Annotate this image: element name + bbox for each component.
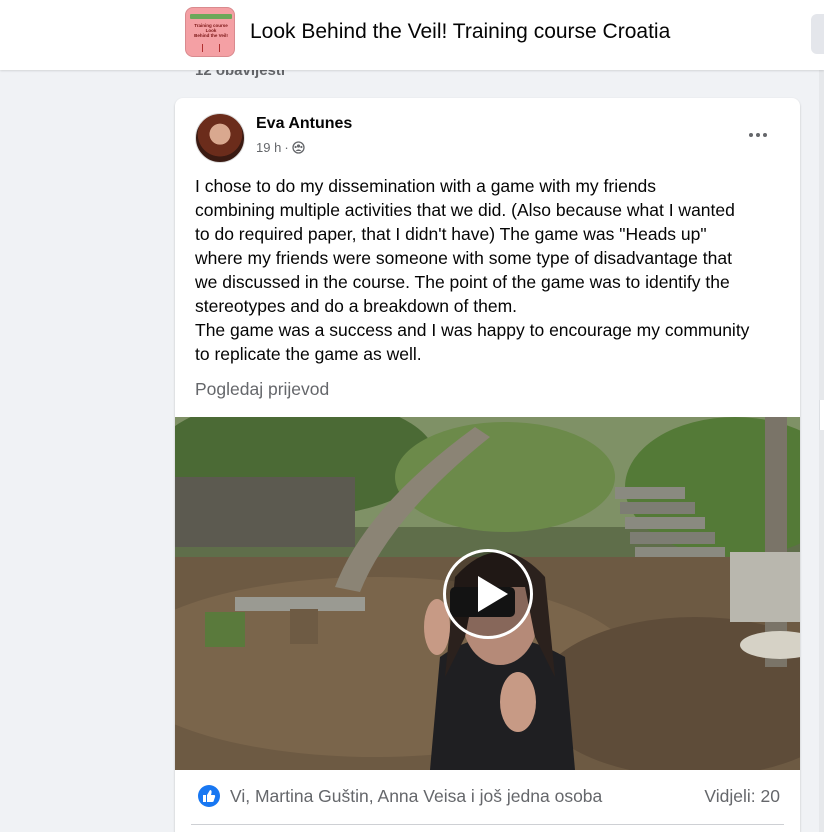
post-body: I chose to do my dissemination with a ga… — [195, 176, 750, 364]
post-video[interactable] — [175, 417, 800, 770]
thumbnail-text: Training course Look Behind the Veil! — [194, 23, 228, 38]
scrollbar-thumb[interactable] — [819, 400, 824, 430]
header-action-button[interactable] — [811, 14, 824, 54]
reactions-names[interactable]: Vi, Martina Guštin, Anna Veisa i još jed… — [230, 786, 602, 807]
post-author[interactable]: Eva Antunes — [256, 115, 352, 133]
divider — [191, 824, 784, 825]
play-icon — [478, 576, 508, 612]
see-translation-link[interactable]: Pogledaj prijevod — [195, 379, 329, 400]
more-options-button[interactable] — [741, 120, 775, 150]
play-button[interactable] — [443, 549, 533, 639]
like-icon[interactable] — [198, 785, 220, 807]
scrollbar[interactable] — [819, 70, 824, 832]
post-time[interactable]: 19 h — [256, 140, 281, 155]
group-title[interactable]: Look Behind the Veil! Training course Cr… — [250, 19, 670, 45]
post-meta: 19 h · — [256, 140, 305, 155]
group-icon — [292, 141, 305, 154]
group-thumbnail[interactable]: Training course Look Behind the Veil! — [185, 7, 235, 57]
reactions-bar: Vi, Martina Guštin, Anna Veisa i još jed… — [175, 770, 800, 825]
avatar[interactable] — [195, 113, 245, 163]
post-card: Eva Antunes 19 h · I chose to do my diss… — [175, 98, 800, 832]
meta-separator: · — [284, 140, 289, 155]
views-count[interactable]: Vidjeli: 20 — [704, 786, 780, 807]
group-header: Training course Look Behind the Veil! Lo… — [0, 0, 824, 70]
